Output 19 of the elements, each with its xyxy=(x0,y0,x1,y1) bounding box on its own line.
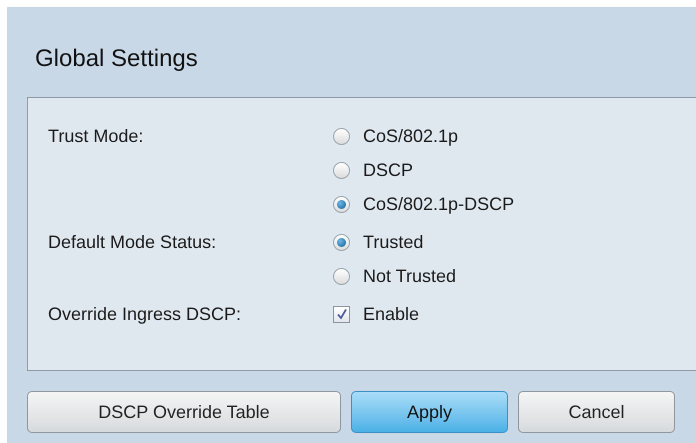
field-label: Default Mode Status: xyxy=(48,231,218,254)
radio-button[interactable] xyxy=(333,196,350,212)
radio-button[interactable] xyxy=(333,234,350,250)
option-label: Trusted xyxy=(363,230,424,254)
option-label: DSCP xyxy=(363,158,414,182)
option-label: Enable xyxy=(363,302,420,326)
option-label: CoS/802.1p-DSCP xyxy=(363,192,514,216)
action-button[interactable]: Cancel xyxy=(518,391,675,433)
radio-button[interactable] xyxy=(333,268,350,284)
action-button[interactable]: Apply xyxy=(351,391,508,433)
page-title: Global Settings xyxy=(35,44,199,74)
radio-button[interactable] xyxy=(333,162,350,178)
field-label: Override Ingress DSCP: xyxy=(48,303,242,326)
action-button[interactable]: DSCP Override Table xyxy=(27,391,341,433)
checkbox[interactable] xyxy=(333,306,350,322)
field-label: Trust Mode: xyxy=(48,125,144,148)
option-label: Not Trusted xyxy=(363,264,456,288)
radio-button[interactable] xyxy=(333,128,350,144)
option-label: CoS/802.1p xyxy=(363,124,458,148)
